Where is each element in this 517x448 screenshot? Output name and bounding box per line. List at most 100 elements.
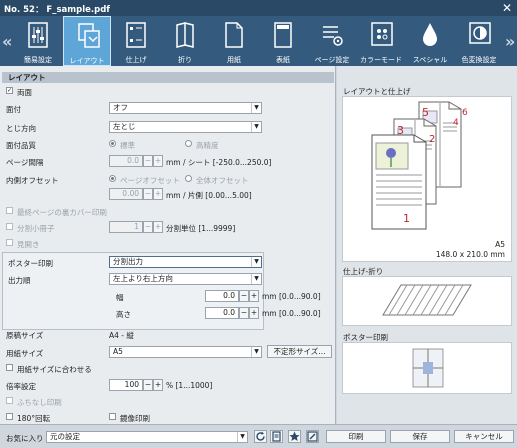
page-spacing-input[interactable]: 0.0 xyxy=(109,155,143,167)
tab-label: レイアウト xyxy=(69,57,105,65)
page-settings-icon xyxy=(323,26,343,46)
tab-paper[interactable]: 用紙 xyxy=(210,16,258,66)
quality-standard-radio[interactable] xyxy=(109,140,116,147)
borderless-label: ふちなし印刷 xyxy=(17,398,62,407)
spread-checkbox[interactable] xyxy=(6,239,13,246)
height-label: 高さ xyxy=(116,310,131,319)
last-page-back-cover-checkbox[interactable] xyxy=(6,207,13,214)
page-offset-radio[interactable] xyxy=(109,175,116,182)
width-decrement[interactable]: − xyxy=(239,290,249,302)
paper-size-select[interactable]: A5 ▼ xyxy=(109,346,262,358)
split-booklet-increment[interactable]: + xyxy=(153,221,163,233)
scroll-right-icon[interactable]: » xyxy=(505,32,515,51)
tab-simple-settings[interactable]: 簡易設定 xyxy=(14,16,62,66)
page-offset-label: ページオフセット xyxy=(120,176,180,185)
chevron-down-icon: ▼ xyxy=(251,274,261,284)
height-decrement[interactable]: − xyxy=(239,307,249,319)
print-button[interactable]: 印刷 xyxy=(326,430,386,443)
inner-offset-increment[interactable]: + xyxy=(153,188,163,200)
page-spacing-label: ページ間隔 xyxy=(6,158,44,167)
split-booklet-checkbox[interactable] xyxy=(6,223,13,230)
close-icon[interactable]: ✕ xyxy=(502,1,512,15)
cover-icon xyxy=(274,22,292,48)
tab-cover[interactable]: 表紙 xyxy=(259,16,307,66)
finish-fold-panel xyxy=(342,276,512,326)
width-increment[interactable]: + xyxy=(249,290,259,302)
borderless-checkbox[interactable] xyxy=(6,397,13,404)
poster-print-select[interactable]: 分割出力 ▼ xyxy=(109,256,262,268)
page-stack-preview: 1 2 3 4 5 6 xyxy=(371,101,468,230)
fold-icon xyxy=(176,22,194,48)
split-booklet-input[interactable]: 1 xyxy=(109,221,143,233)
height-input[interactable]: 0.0 xyxy=(205,307,239,319)
refresh-button[interactable] xyxy=(254,430,267,443)
page-number-6: 6 xyxy=(462,108,468,118)
spread-label: 見開き xyxy=(17,240,40,249)
inner-offset-label: 内側オフセット xyxy=(6,176,59,185)
mirror-print-checkbox[interactable] xyxy=(109,413,116,420)
binding-direction-label: とじ方向 xyxy=(6,124,36,133)
tab-special[interactable]: スペシャル xyxy=(406,16,454,66)
binding-select[interactable]: オフ ▼ xyxy=(109,102,262,114)
star-icon xyxy=(289,431,300,441)
output-order-value: 左上より右上方向 xyxy=(113,274,173,283)
rotate-180-checkbox[interactable] xyxy=(6,413,13,420)
tab-fold[interactable]: 折り xyxy=(161,16,209,66)
overall-offset-label: 全体オフセット xyxy=(196,176,249,185)
fit-to-paper-checkbox[interactable] xyxy=(6,364,13,371)
paper-size-value: A5 xyxy=(113,347,123,356)
tab-label: 表紙 xyxy=(276,56,290,64)
tab-finishing[interactable]: 仕上げ xyxy=(112,16,160,66)
inner-offset-unit: mm / 片側 [0.00...5.00] xyxy=(166,191,252,200)
height-unit: mm [0.0...90.0] xyxy=(262,309,321,318)
overall-offset-radio[interactable] xyxy=(185,175,192,182)
tab-layout[interactable]: レイアウト xyxy=(63,16,111,66)
tab-label: ページ設定 xyxy=(314,56,350,64)
zoom-input[interactable]: 100 xyxy=(109,379,143,391)
title-bar: No. 52： F_sample.pdf ✕ xyxy=(0,0,517,16)
custom-size-button[interactable]: 不定形サイズ... xyxy=(267,345,332,358)
paper-icon xyxy=(225,22,243,48)
tab-label: 簡易設定 xyxy=(24,56,52,64)
paper-size-label: 用紙サイズ xyxy=(6,349,44,358)
zoom-decrement[interactable]: − xyxy=(143,379,153,391)
section-header: レイアウト xyxy=(2,72,334,83)
width-input[interactable]: 0.0 xyxy=(205,290,239,302)
save-button[interactable]: 保存 xyxy=(390,430,450,443)
bottom-bar: お気に入り 元の設定 ▼ 印刷 保存 キャンセル xyxy=(0,424,517,448)
printer-settings-button[interactable] xyxy=(270,430,283,443)
add-favorite-button[interactable] xyxy=(288,430,301,443)
binding-value: オフ xyxy=(113,103,128,112)
edit-icon xyxy=(307,431,318,442)
poster-print-panel xyxy=(342,342,512,394)
tab-color-conversion[interactable]: 色変換設定 xyxy=(455,16,503,66)
cancel-button[interactable]: キャンセル xyxy=(454,430,514,443)
chevron-down-icon: ▼ xyxy=(237,432,247,442)
width-unit: mm [0.0...90.0] xyxy=(262,292,321,301)
inner-offset-decrement[interactable]: − xyxy=(143,188,153,200)
page-spacing-increment[interactable]: + xyxy=(153,155,163,167)
zoom-increment[interactable]: + xyxy=(153,379,163,391)
quality-high-radio[interactable] xyxy=(185,140,192,147)
poster-print-label: ポスター印刷 xyxy=(8,259,53,268)
binding-label: 面付 xyxy=(6,105,21,114)
tab-label: 折り xyxy=(178,56,192,64)
tab-page-settings[interactable]: ページ設定 xyxy=(308,16,356,66)
height-increment[interactable]: + xyxy=(249,307,259,319)
page-spacing-decrement[interactable]: − xyxy=(143,155,153,167)
edit-favorite-button[interactable] xyxy=(306,430,319,443)
drop-icon xyxy=(423,23,437,46)
output-order-select[interactable]: 左上より右上方向 ▼ xyxy=(109,273,262,285)
duplex-checkbox[interactable]: ✓ xyxy=(6,87,13,94)
paper-dimensions: 148.0 x 210.0 mm xyxy=(435,250,505,259)
inner-offset-input[interactable]: 0.00 xyxy=(109,188,143,200)
layout-settings-pane: レイアウト ✓ 両面 面付 オフ ▼ とじ方向 左とじ ▼ 面付品質 標準 高精度 … xyxy=(0,66,336,424)
page-number-4: 4 xyxy=(453,118,459,128)
split-booklet-decrement[interactable]: − xyxy=(143,221,153,233)
tab-color-mode[interactable]: カラーモード xyxy=(357,16,405,66)
scroll-left-icon[interactable]: « xyxy=(2,32,12,51)
binding-direction-select[interactable]: 左とじ ▼ xyxy=(109,121,262,133)
favorites-select[interactable]: 元の設定 ▼ xyxy=(46,431,248,443)
poster-print-value: 分割出力 xyxy=(113,257,143,266)
chevron-down-icon: ▼ xyxy=(251,103,261,113)
